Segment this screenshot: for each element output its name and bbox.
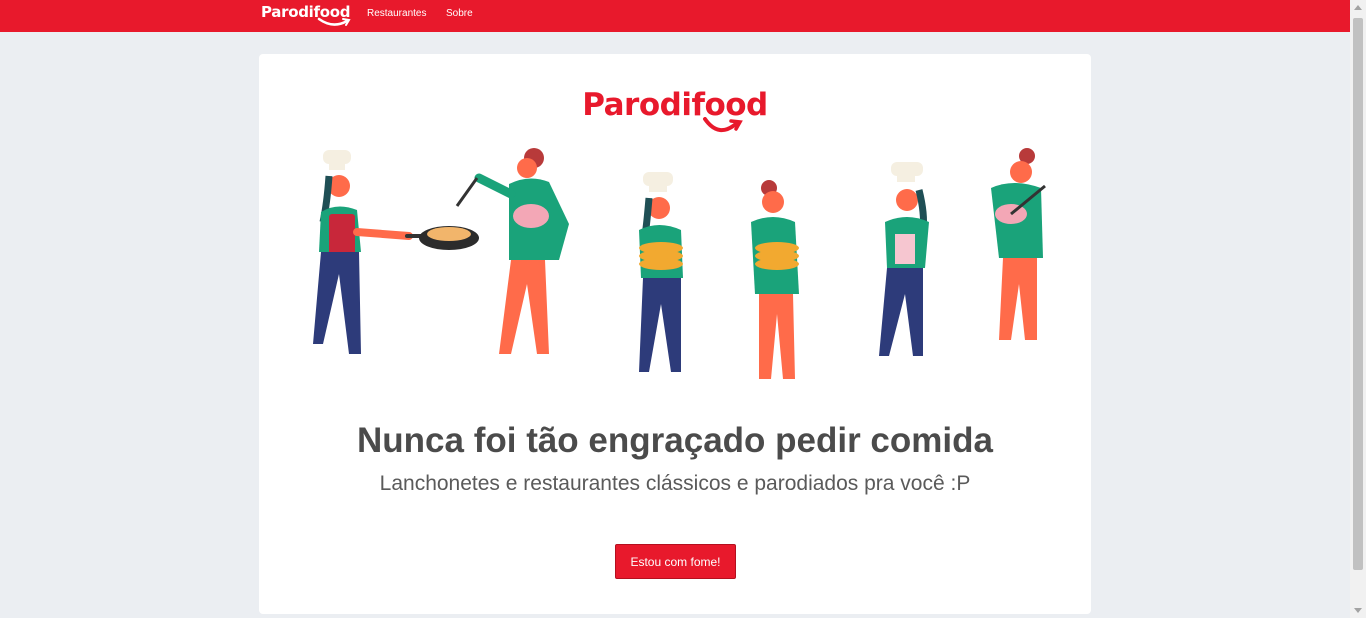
hungry-cta-button[interactable]: Estou com fome! [615, 544, 736, 579]
nav-link-restaurantes[interactable]: Restaurantes [367, 8, 426, 20]
hero-title: Nunca foi tão engraçado pedir comida [357, 421, 993, 460]
hero-logo: Parodifood [259, 86, 1091, 132]
top-navbar: Parodifood Restaurantes Sobre [0, 0, 1350, 32]
navbar-brand-logo[interactable]: Parodifood [261, 2, 357, 30]
scroll-down-arrow-icon[interactable] [1354, 608, 1362, 613]
hero-card: Parodifood Nunca foi tão engraçado pedir… [259, 54, 1091, 614]
smile-arrow-icon [317, 17, 351, 26]
smile-arrow-icon [703, 117, 743, 132]
nav-link-sobre[interactable]: Sobre [446, 8, 473, 20]
chef-with-carton-figure [879, 162, 929, 356]
scroll-up-arrow-icon[interactable] [1354, 5, 1362, 10]
cook-with-bowl-figure [455, 148, 569, 354]
chef-with-pancakes-figure [639, 172, 683, 372]
scrollbar-thumb[interactable] [1353, 18, 1363, 570]
page-scrollbar[interactable] [1350, 0, 1366, 618]
cook-with-pan-figure [313, 150, 479, 354]
cooks-illustration [313, 148, 1046, 379]
cook-with-whisk-figure [991, 148, 1046, 340]
cook-with-pancakes-figure [751, 180, 799, 379]
hero-subtitle: Lanchonetes e restaurantes clássicos e p… [379, 472, 971, 495]
